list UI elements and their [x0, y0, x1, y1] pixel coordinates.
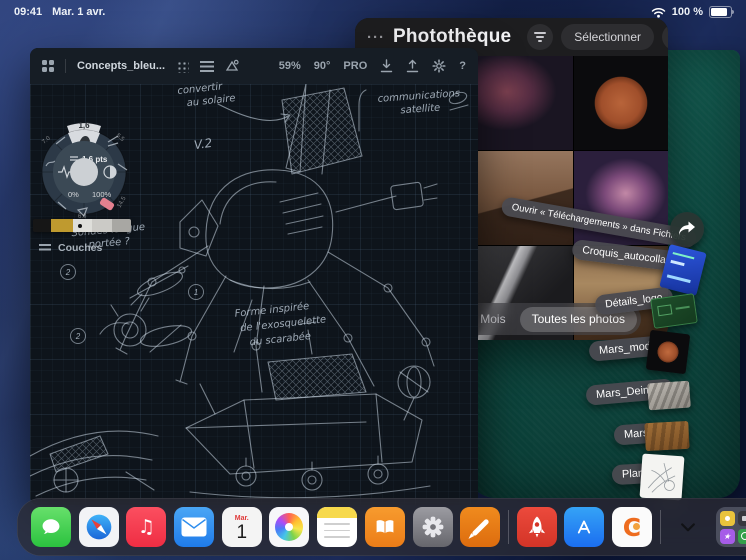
settings-gear-large-icon — [422, 516, 443, 538]
app-safari[interactable] — [78, 507, 119, 547]
thumbnail-mars[interactable] — [644, 420, 690, 452]
app-messages[interactable] — [31, 507, 71, 547]
app-settings[interactable] — [412, 507, 453, 547]
swatch-light-gray-selected[interactable] — [73, 219, 92, 232]
app-c-orange[interactable]: C — [611, 507, 652, 547]
photo-thumbnail-mars-surface[interactable] — [478, 151, 573, 245]
battery-percent: 100 % — [671, 6, 703, 18]
swatch-black[interactable] — [33, 219, 51, 232]
zoom-level[interactable]: 59% — [279, 60, 301, 72]
gallery-grid-icon[interactable] — [42, 60, 54, 72]
selected-size-tab: 1,6 — [78, 121, 90, 130]
appstore-a-icon — [578, 520, 591, 534]
layers-button[interactable]: Couches — [39, 242, 102, 254]
annotation-number-1: 1 — [188, 284, 204, 300]
forward-arrow-icon — [679, 221, 695, 235]
svg-text:7.0: 7.0 — [41, 135, 52, 145]
menu-icon[interactable] — [200, 60, 215, 72]
app-photos[interactable] — [269, 507, 310, 547]
annotation-version: V.2 — [193, 135, 214, 153]
dock-divider — [507, 510, 509, 544]
export-icon[interactable] — [406, 59, 419, 73]
ipad-screen: ··· Photothèque Sélectionner Mois Toutes… — [0, 0, 746, 560]
layers-icon — [39, 243, 51, 253]
filter-icon — [534, 32, 547, 42]
status-bar: 09:41 Mar. 1 avr. 100 % — [0, 0, 746, 22]
share-button[interactable] — [670, 212, 704, 246]
music-note-icon: ♫ — [137, 516, 155, 538]
app-books[interactable] — [364, 507, 405, 547]
color-swatch-bar[interactable] — [33, 219, 131, 232]
svg-text:14.5: 14.5 — [117, 195, 128, 209]
chevron-down-icon — [681, 523, 696, 532]
sketch-probe-studies — [99, 265, 193, 353]
calendar-day: 1 — [236, 522, 248, 543]
app-mail[interactable] — [174, 507, 215, 547]
mail-envelope-icon — [181, 517, 207, 537]
sketch-wing-study — [30, 430, 159, 497]
clock: 09:41 — [14, 6, 43, 18]
dock: ♫ Mar. 1 C ★ — [17, 498, 746, 556]
app-appstore[interactable] — [564, 507, 605, 547]
photos-title: Photothèque — [393, 26, 512, 47]
messages-bubble-icon — [42, 519, 60, 534]
status-date: Mar. 1 avr. — [52, 6, 106, 18]
document-title[interactable]: Concepts_bleu... — [77, 60, 165, 72]
photo-thumbnail-horsehead-nebula[interactable] — [478, 56, 573, 150]
thumbnail-mars-deimos[interactable] — [647, 380, 691, 411]
settings-gear-icon[interactable] — [432, 59, 446, 73]
search-button[interactable] — [662, 24, 668, 50]
photo-thumbnail-mars[interactable] — [573, 56, 668, 150]
opacity-max-label: 100% — [92, 190, 112, 199]
sketch-rover — [185, 321, 431, 499]
drawing-canvas[interactable]: convertir au solaire communications sate… — [30, 81, 478, 505]
swatch-gold[interactable] — [51, 219, 73, 232]
plan-sketch-lines — [647, 463, 676, 493]
thumbnail-plan[interactable] — [639, 453, 685, 501]
wifi-icon — [651, 7, 666, 18]
help-button[interactable]: ? — [459, 60, 466, 72]
thumbnail-mars-modele[interactable] — [645, 329, 691, 375]
rotation-value[interactable]: 90° — [314, 60, 331, 72]
swatch-dark-gray[interactable] — [112, 219, 131, 232]
notes-yellow-strip — [317, 507, 358, 518]
svg-text:5.5: 5.5 — [115, 133, 126, 143]
photos-flower-icon — [275, 513, 304, 541]
annotation-beetle-form: Forme inspirée de l'exosquelette du scar… — [234, 301, 327, 349]
import-icon[interactable] — [380, 59, 393, 73]
rocket-icon — [528, 516, 545, 538]
toolbar-divider — [65, 59, 66, 73]
app-library-mini-icons: ★ — [719, 510, 746, 544]
precision-grid-icon[interactable] — [176, 59, 190, 73]
pro-badge[interactable]: PRO — [343, 60, 367, 72]
app-library[interactable]: ★ — [716, 507, 746, 547]
swatch-gray[interactable] — [92, 219, 112, 232]
select-button[interactable]: Sélectionner — [561, 24, 655, 50]
drawing-toolbar: Concepts_bleu... 59% 90° PRO ? — [30, 48, 478, 85]
app-rocket[interactable] — [516, 507, 557, 547]
dock-divider-2 — [659, 510, 661, 544]
app-calendar[interactable]: Mar. 1 — [221, 507, 262, 547]
dock-collapse-button[interactable] — [668, 507, 708, 547]
thumbnail-details-logo[interactable] — [650, 293, 698, 329]
shape-guide-icon[interactable] — [225, 59, 239, 73]
app-concepts-pen[interactable] — [460, 507, 501, 547]
drawing-app-window: Concepts_bleu... 59% 90° PRO ? convertir… — [30, 48, 478, 505]
filter-button[interactable] — [527, 24, 554, 50]
books-open-book-icon — [376, 520, 394, 534]
layers-label: Couches — [58, 242, 103, 254]
safari-compass-icon — [86, 514, 112, 540]
tool-wheel[interactable]: 1,6 7.0 5.5 14.5 6.0 1,6 pts 0% 100% — [34, 114, 134, 220]
pen-icon — [470, 517, 490, 537]
annotation-number-2: 2 — [60, 264, 76, 280]
more-options-icon[interactable]: ··· — [367, 29, 385, 46]
annotation-number-2b: 2 — [70, 328, 86, 344]
battery-icon — [709, 6, 734, 18]
app-notes[interactable] — [317, 507, 358, 547]
app-music[interactable]: ♫ — [126, 507, 167, 547]
opacity-min-label: 0% — [68, 190, 79, 199]
